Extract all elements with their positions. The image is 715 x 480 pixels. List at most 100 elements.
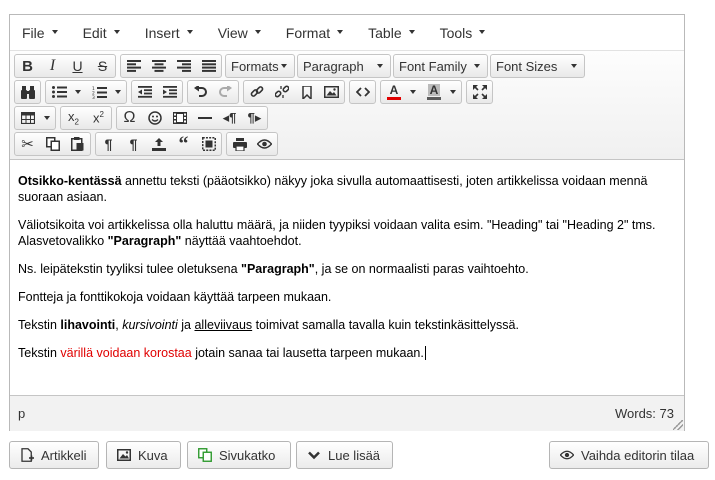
chevron-down-icon <box>44 116 50 120</box>
editor-content-area[interactable]: Otsikko-kentässä annettu teksti (pääotsi… <box>10 160 684 396</box>
paragraph-text: Tekstin <box>18 346 61 360</box>
resize-handle[interactable] <box>673 420 683 430</box>
anchor-button[interactable] <box>294 81 319 103</box>
align-right-button[interactable] <box>171 55 196 77</box>
strikethrough-button[interactable]: S <box>90 55 115 77</box>
select-all-button[interactable] <box>196 133 221 155</box>
chevron-down-icon <box>281 64 287 68</box>
find-group <box>14 80 41 104</box>
superscript-button[interactable]: x2 <box>86 107 111 129</box>
numbered-list-button[interactable]: 123 <box>86 81 126 103</box>
blockquote-button[interactable]: “ <box>171 133 196 155</box>
menu-tools-label: Tools <box>439 24 473 41</box>
text-color-button[interactable]: A <box>381 81 421 103</box>
preview-button[interactable] <box>252 133 277 155</box>
insert-image-button[interactable] <box>319 81 344 103</box>
outdent-icon <box>137 86 152 98</box>
read-more-button[interactable]: Lue lisää <box>296 441 393 469</box>
media-button[interactable] <box>167 107 192 129</box>
menu-file[interactable]: File <box>13 15 67 51</box>
bold-text: "Paragraph" <box>107 234 182 248</box>
rtl-button[interactable]: ¶▸ <box>242 107 267 129</box>
menu-insert-label: Insert <box>144 24 180 41</box>
copy-icon <box>198 448 212 462</box>
chevron-down-icon <box>113 29 120 34</box>
unlink-button[interactable] <box>269 81 294 103</box>
cut-button[interactable]: ✂ <box>15 133 40 155</box>
undo-button[interactable] <box>188 81 213 103</box>
fullscreen-icon <box>472 85 487 99</box>
pilcrow-rtl-icon: ¶▸ <box>247 110 262 125</box>
indent-group <box>131 80 183 104</box>
copy-button[interactable] <box>40 133 65 155</box>
menu-insert[interactable]: Insert <box>136 15 202 51</box>
underline-button[interactable]: U <box>65 55 90 77</box>
redo-button[interactable] <box>213 81 238 103</box>
background-color-icon: A <box>427 84 441 100</box>
paste-button[interactable] <box>65 133 90 155</box>
menu-edit[interactable]: Edit <box>74 15 129 51</box>
chevron-down-icon <box>254 29 261 34</box>
align-center-icon <box>151 60 166 72</box>
toggle-editor-button[interactable]: Vaihda editorin tilaa <box>549 441 709 469</box>
insert-template-button[interactable] <box>146 133 171 155</box>
chevron-down-icon <box>115 90 121 94</box>
paragraph-dropdown[interactable]: Paragraph <box>297 54 391 78</box>
paragraph-2: Väliotsikoita voi artikkelissa olla halu… <box>18 217 676 249</box>
emoticons-button[interactable] <box>142 107 167 129</box>
font-family-dropdown[interactable]: Font Family <box>393 54 488 78</box>
align-justify-button[interactable] <box>196 55 221 77</box>
ltr-button[interactable]: ◂¶ <box>217 107 242 129</box>
superscript-icon: x2 <box>93 110 104 126</box>
formats-dropdown[interactable]: Formats <box>225 54 295 78</box>
italic-button[interactable]: I <box>40 55 65 77</box>
insert-group: Ω ◂¶ ¶▸ <box>116 106 268 130</box>
indent-button[interactable] <box>157 81 182 103</box>
menu-format[interactable]: Format <box>277 15 352 51</box>
pilcrow-ltr-icon: ◂¶ <box>222 110 237 125</box>
fullscreen-button[interactable] <box>467 81 492 103</box>
menu-view-label: View <box>217 24 248 41</box>
font-sizes-dropdown[interactable]: Font Sizes <box>490 54 585 78</box>
element-path[interactable]: p <box>18 406 25 421</box>
insert-image-bottom-button[interactable]: Kuva <box>106 441 181 469</box>
chevron-down-icon <box>410 90 416 94</box>
pilcrow-icon: ¶ <box>104 136 113 152</box>
page-break-button[interactable]: Sivukatko <box>187 441 291 469</box>
find-replace-button[interactable] <box>15 81 40 103</box>
horizontal-rule-icon <box>197 116 212 119</box>
bold-text: "Paragraph" <box>241 262 315 276</box>
outdent-button[interactable] <box>132 81 157 103</box>
nonbreaking-button[interactable]: ¶ <box>121 133 146 155</box>
binoculars-icon <box>20 85 35 99</box>
clipboard-icon <box>71 137 84 151</box>
menu-table[interactable]: Table <box>359 15 423 51</box>
bold-button[interactable]: B <box>15 55 40 77</box>
horizontal-rule-button[interactable] <box>192 107 217 129</box>
insert-link-button[interactable] <box>244 81 269 103</box>
menu-tools[interactable]: Tools <box>431 15 495 51</box>
background-color-button[interactable]: A <box>421 81 461 103</box>
bullet-list-button[interactable] <box>46 81 86 103</box>
visual-chars-button[interactable]: ¶ <box>96 133 121 155</box>
align-left-button[interactable] <box>121 55 146 77</box>
align-center-button[interactable] <box>146 55 171 77</box>
subscript-button[interactable]: x2 <box>61 107 86 129</box>
read-more-label: Lue lisää <box>328 447 381 463</box>
article-add-icon <box>20 448 34 462</box>
menu-table-label: Table <box>368 24 402 41</box>
link-group <box>243 80 345 104</box>
paragraph-3: Ns. leipätekstin tyyliksi tulee oletukse… <box>18 261 676 277</box>
print-button[interactable] <box>227 133 252 155</box>
image-icon <box>117 448 131 462</box>
insert-article-button[interactable]: Artikkeli <box>9 441 99 469</box>
source-code-button[interactable] <box>350 81 375 103</box>
table-button[interactable] <box>15 107 55 129</box>
menubar: File Edit Insert View Format Table Tools <box>10 15 684 51</box>
special-character-button[interactable]: Ω <box>117 107 142 129</box>
scissors-icon: ✂ <box>21 136 34 153</box>
list-group: 123 <box>45 80 127 104</box>
insert-image-label: Kuva <box>138 447 168 463</box>
svg-text:3: 3 <box>92 95 95 99</box>
menu-view[interactable]: View <box>209 15 270 51</box>
